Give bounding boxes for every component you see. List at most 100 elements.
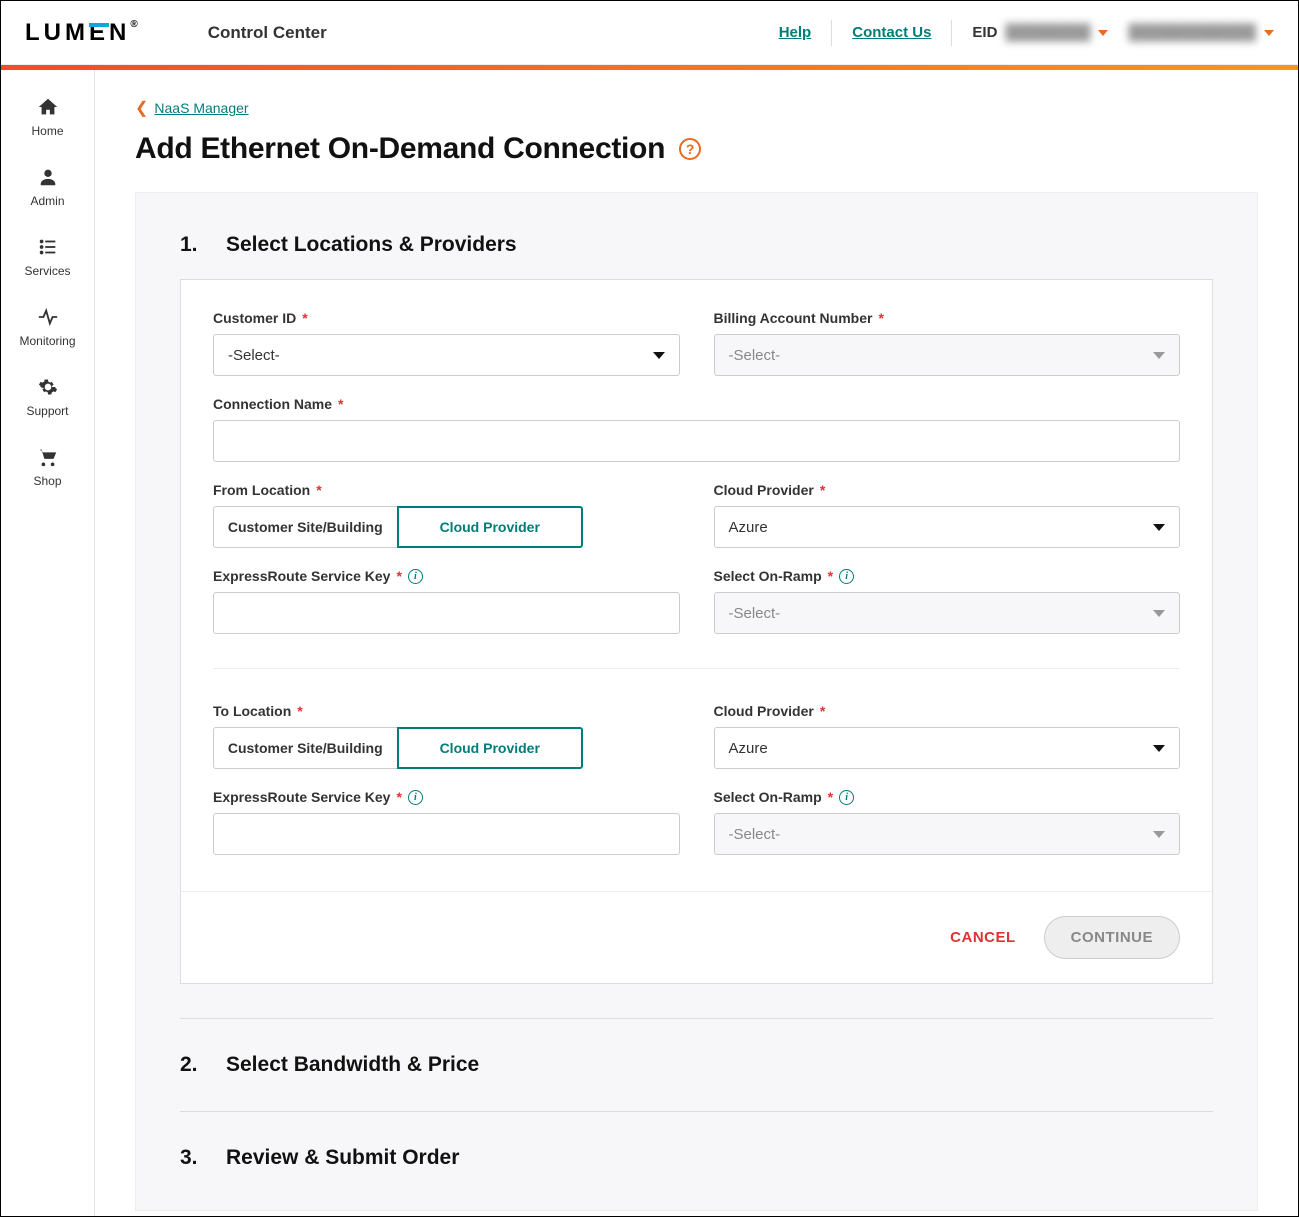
select-value: -Select- [729,605,781,622]
sidebar-item-label: Admin [30,194,64,208]
from-expressroute-input-wrap [213,592,680,634]
from-location-group: From Location * Customer Site/Building C… [213,482,680,548]
list-icon [37,236,59,258]
to-cloud-provider-select[interactable]: Azure [714,727,1181,769]
required-indicator: * [820,703,825,719]
to-location-toggle: Customer Site/Building Cloud Provider [213,727,583,769]
home-icon [37,96,59,118]
customer-id-group: Customer ID * -Select- [213,310,680,376]
from-onramp-group: Select On-Ramp * i -Select- [714,568,1181,634]
field-label: ExpressRoute Service Key [213,789,390,805]
cart-icon [37,446,59,468]
select-value: Azure [729,519,768,536]
required-indicator: * [820,482,825,498]
header-divider [831,20,832,46]
help-link[interactable]: Help [779,24,812,41]
info-icon[interactable]: i [408,569,423,584]
required-indicator: * [297,703,302,719]
sidebar-item-label: Monitoring [19,334,75,348]
sidebar-item-label: Services [24,264,70,278]
required-indicator: * [338,396,343,412]
help-icon[interactable]: ? [679,138,701,160]
step1-header: 1. Select Locations & Providers [180,233,1213,257]
to-onramp-group: Select On-Ramp * i -Select- [714,789,1181,855]
step-title: Review & Submit Order [226,1146,459,1170]
step-divider [180,1111,1213,1112]
chevron-down-icon [1153,831,1165,838]
info-icon[interactable]: i [408,790,423,805]
step1-footer: CANCEL CONTINUE [181,891,1212,983]
step-title: Select Locations & Providers [226,233,517,257]
to-expressroute-input[interactable] [228,814,665,854]
info-icon[interactable]: i [839,569,854,584]
required-indicator: * [316,482,321,498]
account-dropdown[interactable]: ████████████ [1128,24,1274,41]
from-location-toggle: Customer Site/Building Cloud Provider [213,506,583,548]
to-location-group: To Location * Customer Site/Building Clo… [213,703,680,769]
billing-account-group: Billing Account Number * -Select- [714,310,1181,376]
required-indicator: * [396,789,401,805]
logo[interactable]: LUMEN® [25,19,138,47]
select-value: -Select- [228,347,280,364]
to-expressroute-group: ExpressRoute Service Key * i [213,789,680,855]
field-label: Connection Name [213,396,332,412]
connection-name-input[interactable] [228,421,1165,461]
field-label: Billing Account Number [714,310,873,326]
step3-header[interactable]: 3. Review & Submit Order [180,1146,1213,1170]
eid-label: EID [972,24,997,41]
toggle-customer-site[interactable]: Customer Site/Building [213,727,398,769]
step1-card: Customer ID * -Select- Billing Accou [180,279,1213,984]
from-expressroute-group: ExpressRoute Service Key * i [213,568,680,634]
continue-button[interactable]: CONTINUE [1044,916,1180,959]
sidebar-item-label: Home [31,124,63,138]
select-value: -Select- [729,826,781,843]
sidebar-item-shop[interactable]: Shop [1,432,94,502]
sidebar-item-support[interactable]: Support [1,362,94,432]
field-label: Cloud Provider [714,703,814,719]
chevron-down-icon [1098,30,1108,36]
step-divider [180,1018,1213,1019]
sidebar-item-monitoring[interactable]: Monitoring [1,292,94,362]
from-onramp-select[interactable]: -Select- [714,592,1181,634]
sidebar-item-services[interactable]: Services [1,222,94,292]
app-title: Control Center [208,23,327,43]
sidebar-item-label: Shop [33,474,61,488]
to-onramp-select[interactable]: -Select- [714,813,1181,855]
eid-dropdown[interactable]: EID ████████ [972,24,1108,41]
from-cloud-provider-select[interactable]: Azure [714,506,1181,548]
sidebar-item-home[interactable]: Home [1,82,94,152]
breadcrumb-link[interactable]: NaaS Manager [154,100,248,116]
required-indicator: * [396,568,401,584]
to-expressroute-input-wrap [213,813,680,855]
header-divider [951,20,952,46]
gear-icon [37,376,59,398]
required-indicator: * [302,310,307,326]
from-cloud-provider-group: Cloud Provider * Azure [714,482,1181,548]
eid-value: ████████ [1005,24,1090,41]
step-number: 3. [180,1146,198,1170]
chevron-down-icon [1153,745,1165,752]
cancel-button[interactable]: CANCEL [950,929,1016,946]
connection-name-input-wrap [213,420,1180,462]
customer-id-select[interactable]: -Select- [213,334,680,376]
contact-link[interactable]: Contact Us [852,24,931,41]
activity-icon [37,306,59,328]
account-name: ████████████ [1128,24,1256,41]
toggle-cloud-provider[interactable]: Cloud Provider [397,506,584,548]
chevron-down-icon [653,352,665,359]
step-number: 2. [180,1053,198,1077]
select-value: Azure [729,740,768,757]
wizard-panel: 1. Select Locations & Providers Customer… [135,192,1258,1211]
toggle-customer-site[interactable]: Customer Site/Building [213,506,398,548]
step-title: Select Bandwidth & Price [226,1053,479,1077]
billing-account-select[interactable]: -Select- [714,334,1181,376]
required-indicator: * [828,789,833,805]
chevron-left-icon: ❮ [135,98,148,118]
from-expressroute-input[interactable] [228,593,665,633]
info-icon[interactable]: i [839,790,854,805]
step2-header[interactable]: 2. Select Bandwidth & Price [180,1053,1213,1077]
toggle-cloud-provider[interactable]: Cloud Provider [397,727,584,769]
required-indicator: * [878,310,883,326]
chevron-down-icon [1153,524,1165,531]
sidebar-item-admin[interactable]: Admin [1,152,94,222]
